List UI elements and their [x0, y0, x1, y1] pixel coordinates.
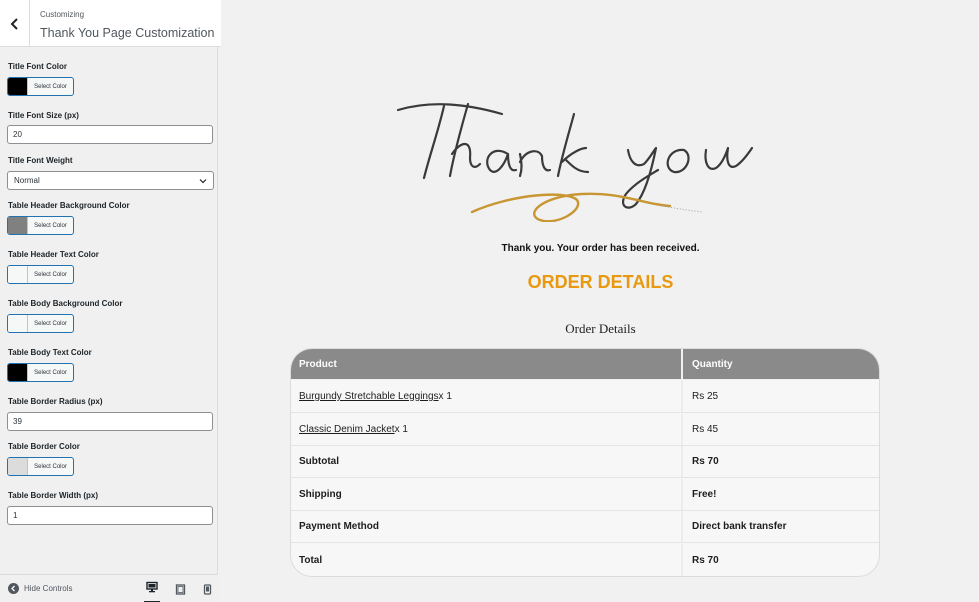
order-received-message: Thank you. Your order has been received.	[501, 243, 700, 254]
page-preview: Thank you. Your order has been received.…	[222, 0, 979, 602]
select-color-label: Select Color	[34, 463, 67, 470]
chevron-down-icon	[199, 179, 207, 184]
select-color-label: Select Color	[34, 320, 67, 327]
select-color-label: Select Color	[34, 271, 67, 278]
summary-label: Shipping	[291, 479, 683, 510]
color-swatch	[8, 458, 28, 475]
table-border-radius-label: Table Border Radius (px)	[8, 397, 103, 406]
summary-value: Rs 70	[692, 456, 719, 467]
table-header-text-label: Table Header Text Color	[8, 250, 99, 259]
table-header-text-button[interactable]: Select Color	[7, 265, 74, 284]
color-swatch	[8, 315, 28, 332]
tablet-icon	[175, 583, 185, 595]
hide-controls-button[interactable]: Hide Controls	[8, 583, 72, 594]
hide-controls-label: Hide Controls	[24, 584, 73, 593]
table-border-color-label: Table Border Color	[8, 442, 80, 451]
desktop-icon	[146, 581, 158, 593]
table-body-bg-button[interactable]: Select Color	[7, 314, 74, 333]
table-row: Subtotal Rs 70	[291, 446, 879, 478]
header-quantity: Quantity	[692, 358, 733, 370]
product-price: Rs 45	[692, 424, 719, 435]
summary-value: Rs 70	[692, 554, 719, 566]
title-font-size-input[interactable]: 20	[7, 125, 213, 144]
header-product: Product	[291, 349, 683, 379]
table-row: Burgundy Stretchable Leggings x 1 Rs 25	[291, 381, 879, 413]
summary-value: Direct bank transfer	[692, 521, 787, 532]
panel-title: Thank You Page Customization	[40, 26, 215, 40]
table-row: Classic Denim Jacket x 1 Rs 45	[291, 414, 879, 446]
customizer-footer: Hide Controls	[0, 574, 218, 602]
color-swatch	[8, 364, 28, 381]
color-swatch	[8, 266, 28, 283]
color-swatch	[8, 217, 28, 234]
table-header-row: Product Quantity	[291, 349, 879, 380]
table-header-bg-label: Table Header Background Color	[8, 201, 130, 210]
table-border-color-button[interactable]: Select Color	[7, 457, 74, 476]
table-row: Payment Method Direct bank transfer	[291, 511, 879, 543]
title-font-color-label: Title Font Color	[8, 62, 67, 71]
mobile-preview-button[interactable]	[199, 581, 215, 597]
table-body-text-button[interactable]: Select Color	[7, 363, 74, 382]
order-details-subtitle: Order Details	[565, 321, 636, 336]
customizer-header: Customizing Thank You Page Customization	[0, 0, 221, 47]
title-font-color-button[interactable]: Select Color	[7, 77, 74, 96]
title-font-weight-select[interactable]: Normal	[7, 171, 214, 190]
table-body-bg-label: Table Body Background Color	[8, 299, 123, 308]
order-details-table: Product Quantity Burgundy Stretchable Le…	[290, 348, 880, 577]
title-font-weight-value: Normal	[14, 176, 40, 185]
collapse-icon	[8, 583, 19, 594]
product-price: Rs 25	[692, 391, 719, 402]
title-font-weight-label: Title Font Weight	[8, 156, 73, 165]
title-font-size-label: Title Font Size (px)	[8, 111, 79, 120]
mobile-icon	[203, 583, 211, 595]
summary-value: Free!	[692, 489, 717, 500]
product-link[interactable]: Burgundy Stretchable Leggings	[299, 391, 439, 402]
select-color-label: Select Color	[34, 369, 67, 376]
customizer-sidebar: Customizing Thank You Page Customization…	[0, 0, 221, 602]
color-swatch	[8, 78, 28, 95]
customizing-label: Customizing	[40, 10, 85, 19]
table-border-radius-input[interactable]: 39	[7, 412, 213, 431]
table-header-bg-button[interactable]: Select Color	[7, 216, 74, 235]
table-border-width-label: Table Border Width (px)	[8, 491, 98, 500]
table-row: Total Rs 70	[291, 544, 879, 576]
back-button[interactable]	[0, 0, 30, 47]
summary-label: Subtotal	[291, 446, 683, 477]
select-color-label: Select Color	[34, 83, 67, 90]
table-border-width-input[interactable]: 1	[7, 506, 213, 525]
select-color-label: Select Color	[34, 222, 67, 229]
summary-label: Total	[291, 544, 683, 576]
order-details-heading: ORDER DETAILS	[527, 272, 674, 292]
product-qty: x 1	[394, 424, 408, 435]
chevron-left-icon	[10, 17, 18, 30]
product-link[interactable]: Classic Denim Jacket	[299, 424, 395, 435]
table-row: Shipping Free!	[291, 479, 879, 511]
table-body-text-label: Table Body Text Color	[8, 348, 92, 357]
product-qty: x 1	[438, 391, 452, 402]
desktop-preview-button[interactable]	[144, 581, 160, 602]
tablet-preview-button[interactable]	[172, 581, 188, 597]
thank-you-script-image	[396, 102, 754, 222]
summary-label: Payment Method	[291, 511, 683, 542]
